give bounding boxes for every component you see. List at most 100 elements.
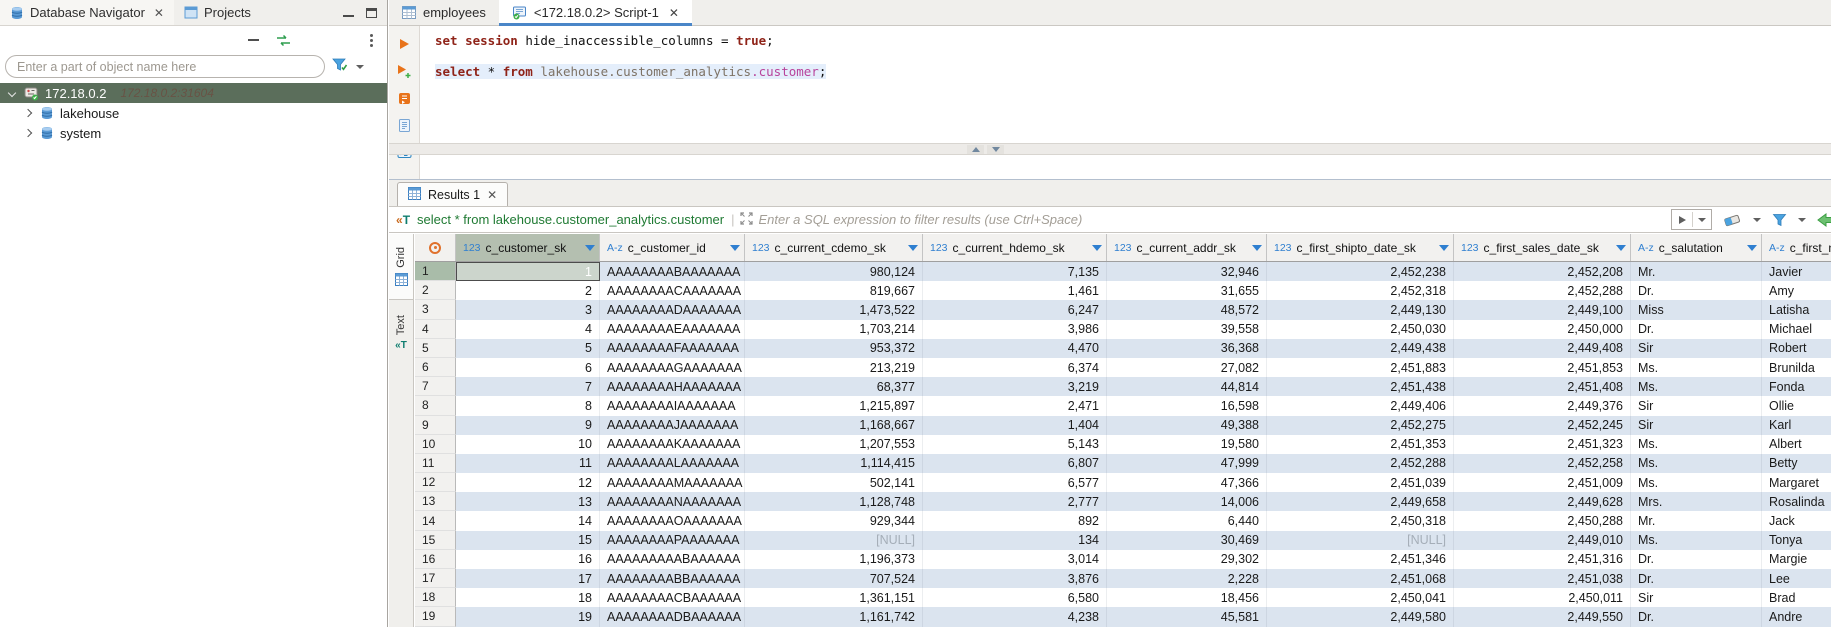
cell-c_salutation[interactable]: Ms. — [1631, 454, 1762, 473]
cell-c_first_na[interactable]: Michael — [1762, 320, 1831, 339]
cell-c_customer_id[interactable]: AAAAAAAAIAAAAAAA — [600, 396, 745, 415]
column-header-c_current_cdemo_sk[interactable]: 123c_current_cdemo_sk — [745, 234, 923, 261]
column-sort-icon[interactable] — [1747, 245, 1757, 251]
row-number-cell[interactable]: 14 — [415, 511, 456, 530]
cell-c_salutation[interactable]: Dr. — [1631, 569, 1762, 588]
column-sort-icon[interactable] — [908, 245, 918, 251]
cell-c_customer_id[interactable]: AAAAAAAABBAAAAAA — [600, 569, 745, 588]
cell-c_first_na[interactable]: Brad — [1762, 588, 1831, 607]
column-header-c_salutation[interactable]: A-zc_salutation — [1631, 234, 1762, 261]
cell-c_current_cdemo_sk[interactable]: 707,524 — [745, 569, 923, 588]
cell-c_customer_sk[interactable]: 18 — [456, 588, 600, 607]
sql-editor[interactable]: set session hide_inaccessible_columns = … — [421, 26, 1831, 179]
cell-c_current_addr_sk[interactable]: 39,558 — [1107, 320, 1267, 339]
cell-c_current_addr_sk[interactable]: 27,082 — [1107, 358, 1267, 377]
cell-c_customer_id[interactable]: AAAAAAAAPAAAAAAA — [600, 531, 745, 550]
view-menu-icon[interactable] — [370, 34, 373, 47]
cell-c_customer_sk[interactable]: 17 — [456, 569, 600, 588]
presentation-tab-text[interactable]: Text«T — [389, 300, 413, 366]
cell-c_customer_id[interactable]: AAAAAAAADBAAAAAA — [600, 607, 745, 626]
cell-c_first_na[interactable]: Robert — [1762, 339, 1831, 358]
row-number-cell[interactable]: 6 — [415, 358, 456, 377]
cell-c_customer_sk[interactable]: 15 — [456, 531, 600, 550]
cell-c_salutation[interactable]: Ms. — [1631, 473, 1762, 492]
cell-c_first_na[interactable]: Margie — [1762, 550, 1831, 569]
results-tab[interactable]: Results 1 ✕ — [397, 182, 508, 207]
column-sort-icon[interactable] — [730, 245, 740, 251]
cell-c_first_na[interactable]: Betty — [1762, 454, 1831, 473]
cell-c_current_addr_sk[interactable]: 44,814 — [1107, 377, 1267, 396]
cell-c_customer_id[interactable]: AAAAAAAAJAAAAAAA — [600, 416, 745, 435]
cell-c_current_hdemo_sk[interactable]: 892 — [923, 511, 1107, 530]
cell-c_current_cdemo_sk[interactable]: 502,141 — [745, 473, 923, 492]
cell-c_first_na[interactable]: Fonda — [1762, 377, 1831, 396]
cell-c_salutation[interactable]: Mr. — [1631, 511, 1762, 530]
close-results-icon[interactable]: ✕ — [487, 188, 497, 202]
tree-item-lakehouse[interactable]: lakehouse — [0, 103, 387, 123]
cell-c_current_addr_sk[interactable]: 31,655 — [1107, 281, 1267, 300]
execute-new-tab-icon[interactable] — [395, 62, 413, 80]
cell-c_first_sales_date_sk[interactable]: 2,450,288 — [1454, 511, 1631, 530]
cell-c_customer_id[interactable]: AAAAAAAABAAAAAAA — [600, 262, 745, 281]
tree-expander-icon[interactable] — [8, 89, 16, 97]
cell-c_salutation[interactable]: Dr. — [1631, 607, 1762, 626]
cell-c_first_na[interactable]: Rosalinda — [1762, 492, 1831, 511]
cell-c_current_cdemo_sk[interactable]: 819,667 — [745, 281, 923, 300]
cell-c_salutation[interactable]: Miss — [1631, 300, 1762, 319]
cell-c_customer_sk[interactable]: 4 — [456, 320, 600, 339]
tree-item-system[interactable]: system — [0, 123, 387, 143]
cell-c_first_na[interactable]: Ollie — [1762, 396, 1831, 415]
cell-c_salutation[interactable]: Dr. — [1631, 320, 1762, 339]
cell-c_first_shipto_date_sk[interactable]: 2,451,438 — [1267, 377, 1454, 396]
cell-c_current_cdemo_sk[interactable]: 1,196,373 — [745, 550, 923, 569]
cell-c_first_shipto_date_sk[interactable]: 2,452,275 — [1267, 416, 1454, 435]
cell-c_customer_sk[interactable]: 2 — [456, 281, 600, 300]
row-number-cell[interactable]: 12 — [415, 473, 456, 492]
cell-c_salutation[interactable]: Sir — [1631, 416, 1762, 435]
cell-c_current_hdemo_sk[interactable]: 6,577 — [923, 473, 1107, 492]
cell-c_first_sales_date_sk[interactable]: 2,451,323 — [1454, 435, 1631, 454]
editor-results-sash[interactable] — [389, 143, 1831, 155]
cell-c_first_sales_date_sk[interactable]: 2,451,038 — [1454, 569, 1631, 588]
cell-c_first_na[interactable]: Andre — [1762, 607, 1831, 626]
column-header-c_first_sales_date_sk[interactable]: 123c_first_sales_date_sk — [1454, 234, 1631, 261]
cell-c_first_shipto_date_sk[interactable]: 2,451,039 — [1267, 473, 1454, 492]
cell-c_first_na[interactable]: Amy — [1762, 281, 1831, 300]
maximize-view-icon[interactable] — [366, 8, 377, 18]
column-sort-icon[interactable] — [1439, 245, 1449, 251]
tree-expander-icon[interactable] — [24, 109, 32, 117]
cell-c_first_sales_date_sk[interactable]: 2,451,316 — [1454, 550, 1631, 569]
filter-menu-chevron-icon[interactable] — [356, 65, 364, 69]
presentation-tab-grid[interactable]: Grid — [389, 234, 413, 300]
cell-c_current_cdemo_sk[interactable]: 1,114,415 — [745, 454, 923, 473]
row-number-cell[interactable]: 9 — [415, 416, 456, 435]
tree-expander-icon[interactable] — [24, 129, 32, 137]
column-sort-icon[interactable] — [1252, 245, 1262, 251]
cell-c_first_na[interactable]: Karl — [1762, 416, 1831, 435]
cell-c_salutation[interactable]: Sir — [1631, 396, 1762, 415]
cell-c_first_sales_date_sk[interactable]: 2,452,208 — [1454, 262, 1631, 281]
cell-c_current_addr_sk[interactable]: 16,598 — [1107, 396, 1267, 415]
cell-c_first_sales_date_sk[interactable]: 2,450,000 — [1454, 320, 1631, 339]
cell-c_first_sales_date_sk[interactable]: 2,451,853 — [1454, 358, 1631, 377]
column-header-c_current_addr_sk[interactable]: 123c_current_addr_sk — [1107, 234, 1267, 261]
cell-c_current_hdemo_sk[interactable]: 6,374 — [923, 358, 1107, 377]
execute-script-icon[interactable] — [395, 89, 413, 107]
cell-c_first_na[interactable]: Tonya — [1762, 531, 1831, 550]
explain-plan-icon[interactable] — [395, 116, 413, 134]
cell-c_customer_id[interactable]: AAAAAAAAFAAAAAAA — [600, 339, 745, 358]
cell-c_first_shipto_date_sk[interactable]: 2,451,883 — [1267, 358, 1454, 377]
cell-c_current_hdemo_sk[interactable]: 1,404 — [923, 416, 1107, 435]
cell-c_salutation[interactable]: Sir — [1631, 339, 1762, 358]
cell-c_first_sales_date_sk[interactable]: 2,449,010 — [1454, 531, 1631, 550]
column-sort-icon[interactable] — [1616, 245, 1626, 251]
cell-c_first_shipto_date_sk[interactable]: [NULL] — [1267, 531, 1454, 550]
cell-c_salutation[interactable]: Dr. — [1631, 281, 1762, 300]
cell-c_current_hdemo_sk[interactable]: 6,247 — [923, 300, 1107, 319]
view-tab-projects[interactable]: Projects — [174, 0, 261, 25]
cell-c_customer_id[interactable]: AAAAAAAAEAAAAAAA — [600, 320, 745, 339]
filter-settings-icon[interactable] — [1772, 213, 1787, 227]
row-number-cell[interactable]: 10 — [415, 435, 456, 454]
tree-item-172-18-0-2[interactable]: 172.18.0.2172.18.0.2:31604 — [0, 83, 387, 103]
cell-c_current_addr_sk[interactable]: 47,366 — [1107, 473, 1267, 492]
